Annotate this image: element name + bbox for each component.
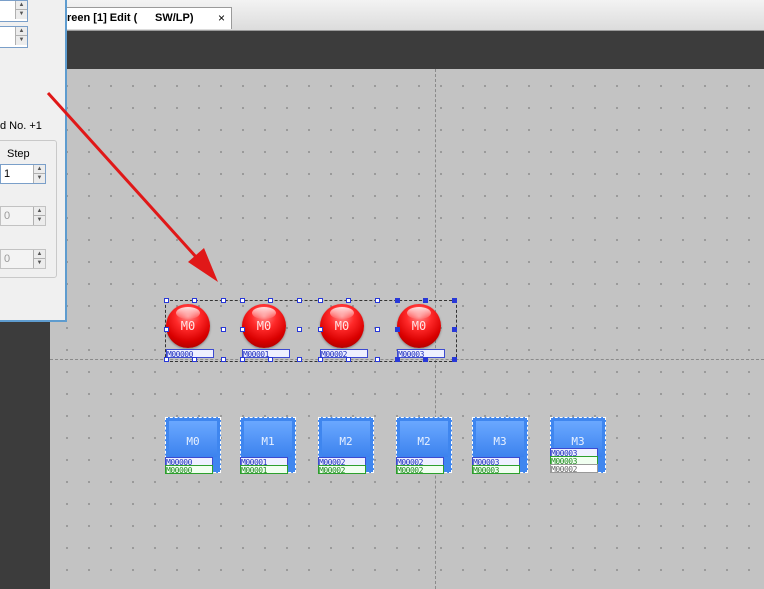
arrow-shaft: [46, 91, 208, 270]
annotation-arrow: [46, 91, 218, 282]
